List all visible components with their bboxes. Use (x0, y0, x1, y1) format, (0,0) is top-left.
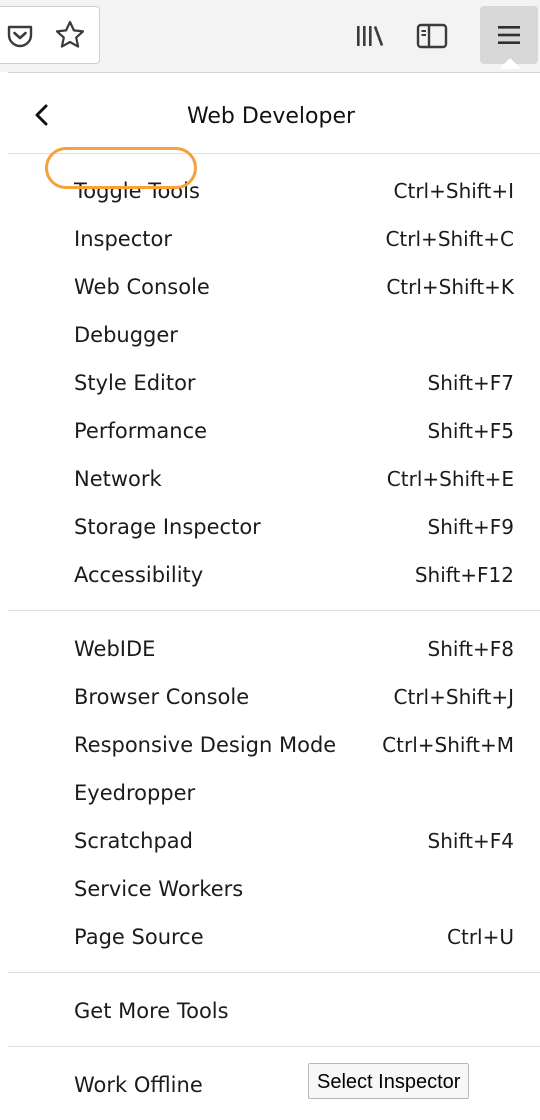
menu-item-performance[interactable]: Performance Shift+F5 (8, 407, 540, 455)
sidebars-icon[interactable] (412, 16, 452, 56)
menu-item-label: Browser Console (74, 685, 250, 709)
menu-item-label: Style Editor (74, 371, 196, 395)
menu-item-shortcut: Ctrl+Shift+K (386, 275, 514, 299)
menu-item-shortcut: Ctrl+Shift+E (386, 467, 514, 491)
menu-item-webide[interactable]: WebIDE Shift+F8 (8, 625, 540, 673)
separator (8, 610, 540, 611)
back-button[interactable] (24, 95, 60, 135)
chevron-left-icon (32, 103, 52, 127)
menu-item-label: Inspector (74, 227, 172, 251)
menu-item-scratchpad[interactable]: Scratchpad Shift+F4 (8, 817, 540, 865)
menu-item-service-workers[interactable]: Service Workers (8, 865, 540, 913)
separator (8, 972, 540, 973)
tooltip: Select Inspector (308, 1063, 470, 1099)
menu-item-label: Work Offline (74, 1073, 203, 1097)
library-icon[interactable] (350, 16, 390, 56)
separator (8, 1046, 540, 1047)
menu-item-label: Scratchpad (74, 829, 193, 853)
panel-arrow (499, 58, 521, 69)
menu-item-label: Get More Tools (74, 999, 229, 1023)
bookmark-star-icon[interactable] (50, 15, 90, 55)
highlight-ring (45, 147, 197, 189)
menu-item-page-source[interactable]: Page Source Ctrl+U (8, 913, 540, 961)
menu-item-browser-console[interactable]: Browser Console Ctrl+Shift+J (8, 673, 540, 721)
menu-item-shortcut: Ctrl+Shift+J (393, 685, 514, 709)
menu-item-label: Eyedropper (74, 781, 196, 805)
menu-item-shortcut: Shift+F5 (427, 419, 514, 443)
menu-item-shortcut: Shift+F12 (414, 563, 514, 587)
menu-item-label: Accessibility (74, 563, 204, 587)
hamburger-menu-icon (495, 22, 523, 48)
menu-item-network[interactable]: Network Ctrl+Shift+E (8, 455, 540, 503)
menu-item-style-editor[interactable]: Style Editor Shift+F7 (8, 359, 540, 407)
menu-item-shortcut: Ctrl+Shift+C (385, 227, 514, 251)
menu-item-get-more-tools[interactable]: Get More Tools (8, 987, 540, 1035)
url-bar[interactable] (0, 6, 100, 64)
menu-item-debugger[interactable]: Debugger (8, 311, 540, 359)
menu-item-label: Web Console (74, 275, 210, 299)
menu-item-shortcut: Ctrl+Shift+M (382, 733, 514, 757)
menu-item-eyedropper[interactable]: Eyedropper (8, 769, 540, 817)
menu-item-label: Network (74, 467, 162, 491)
menu-item-shortcut: Ctrl+Shift+I (393, 179, 514, 203)
menu-item-shortcut: Shift+F4 (427, 829, 514, 853)
menu-item-shortcut: Shift+F7 (427, 371, 514, 395)
panel-title: Web Developer (186, 104, 356, 129)
menu-item-shortcut: Shift+F9 (427, 515, 514, 539)
menu-item-responsive-design-mode[interactable]: Responsive Design Mode Ctrl+Shift+M (8, 721, 540, 769)
web-developer-panel: Web Developer Toggle Tools Ctrl+Shift+I … (8, 72, 540, 1120)
panel-header: Web Developer (8, 81, 540, 153)
menu-item-label: Page Source (74, 925, 204, 949)
menu-item-label: Debugger (74, 323, 178, 347)
menu-item-label: Storage Inspector (74, 515, 261, 539)
menu-item-label: Service Workers (74, 877, 244, 901)
pocket-icon[interactable] (0, 15, 40, 55)
hamburger-menu-button[interactable] (480, 6, 538, 64)
menu-item-storage-inspector[interactable]: Storage Inspector Shift+F9 (8, 503, 540, 551)
menu-item-shortcut: Ctrl+U (447, 925, 514, 949)
menu-item-shortcut: Shift+F8 (427, 637, 514, 661)
menu-item-accessibility[interactable]: Accessibility Shift+F12 (8, 551, 540, 599)
menu-item-label: Responsive Design Mode (74, 733, 337, 757)
browser-toolbar (0, 0, 540, 72)
menu-item-label: WebIDE (74, 637, 156, 661)
menu-item-label: Performance (74, 419, 208, 443)
menu-item-inspector[interactable]: Inspector Ctrl+Shift+C (8, 215, 540, 263)
menu-item-web-console[interactable]: Web Console Ctrl+Shift+K (8, 263, 540, 311)
